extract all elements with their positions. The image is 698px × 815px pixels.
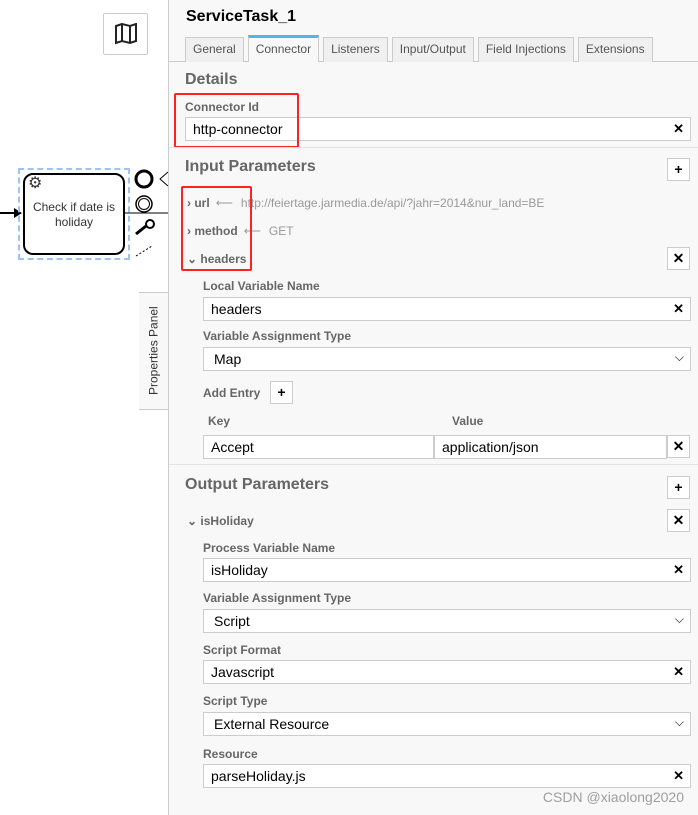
value-header: Value <box>452 414 484 428</box>
select-value: Script <box>214 613 250 629</box>
param-value: http://feiertage.jarmedia.de/api/?jahr=2… <box>240 196 545 210</box>
output-parameters-heading: Output Parameters <box>185 476 330 493</box>
divider <box>169 147 698 148</box>
param-name: isHoliday <box>200 514 254 528</box>
chevron-down-icon: ⌵ <box>674 715 684 729</box>
clear-icon[interactable]: ✕ <box>673 664 684 680</box>
resource-label: Resource <box>203 747 258 761</box>
add-input-parameter-button[interactable]: + <box>667 158 690 181</box>
local-variable-label: Local Variable Name <box>203 279 320 293</box>
entry-value-input[interactable]: application/json <box>434 435 667 459</box>
add-entry-button[interactable]: + <box>270 381 293 404</box>
input-parameters-heading: Input Parameters <box>185 158 316 175</box>
clear-icon[interactable]: ✕ <box>673 562 684 578</box>
entry-key-input[interactable]: Accept <box>203 435 434 459</box>
chevron-down-icon: ⌄ <box>187 514 198 528</box>
assignment-type-select[interactable]: Map ⌵ <box>203 347 691 371</box>
output-assignment-type-select[interactable]: Script ⌵ <box>203 609 691 633</box>
script-type-label: Script Type <box>203 694 268 708</box>
assignment-type-label: Variable Assignment Type <box>203 329 352 343</box>
divider <box>169 464 698 465</box>
tab-connector[interactable]: Connector <box>247 35 320 62</box>
resource-input[interactable]: parseHoliday.js ✕ <box>203 764 691 788</box>
process-variable-value: isHoliday <box>211 562 268 578</box>
bpmn-canvas[interactable]: ⚙ Check if date is holiday Properties Pa… <box>0 0 169 815</box>
tab-input-output[interactable]: Input/Output <box>391 37 474 62</box>
script-type-select[interactable]: External Resource ⌵ <box>203 712 691 736</box>
select-value: External Resource <box>214 716 330 732</box>
highlight-box <box>174 93 299 148</box>
properties-panel: ServiceTask_1 General Connector Listener… <box>168 0 698 815</box>
task-label: Check if date is holiday <box>32 200 116 229</box>
resource-value: parseHoliday.js <box>211 768 306 784</box>
key-header: Key <box>208 414 231 428</box>
watermark: CSDN @xiaolong2020 <box>542 789 684 805</box>
script-format-value: Javascript <box>211 664 275 680</box>
tab-listeners[interactable]: Listeners <box>323 37 388 62</box>
tab-general[interactable]: General <box>185 37 244 62</box>
process-variable-input[interactable]: isHoliday ✕ <box>203 558 691 582</box>
param-value: GET <box>268 224 294 238</box>
tab-extensions[interactable]: Extensions <box>577 37 653 62</box>
panel-title: ServiceTask_1 <box>186 8 297 25</box>
process-variable-label: Process Variable Name <box>203 541 336 555</box>
assignment-type-label: Variable Assignment Type <box>203 591 352 605</box>
tab-bar: General Connector Listeners Input/Output… <box>185 35 653 62</box>
remove-entry-button[interactable]: ✕ <box>667 435 690 458</box>
local-variable-value: headers <box>211 301 262 317</box>
local-variable-input[interactable]: headers ✕ <box>203 297 691 321</box>
clear-icon[interactable]: ✕ <box>673 301 684 317</box>
chevron-down-icon: ⌵ <box>674 612 684 626</box>
add-entry-label: Add Entry <box>203 386 261 400</box>
chevron-down-icon: ⌵ <box>674 350 684 364</box>
add-output-parameter-button[interactable]: + <box>667 476 690 499</box>
select-value: Map <box>214 351 242 367</box>
remove-output-button[interactable]: ✕ <box>667 509 690 532</box>
clear-icon[interactable]: ✕ <box>673 768 684 784</box>
tab-field-injections[interactable]: Field Injections <box>477 37 574 62</box>
gear-icon: ⚙ <box>28 175 43 192</box>
service-task[interactable]: ⚙ Check if date is holiday <box>23 173 125 255</box>
clear-icon[interactable]: ✕ <box>673 121 684 137</box>
map-icon <box>114 23 137 45</box>
properties-panel-toggle[interactable]: Properties Panel <box>139 292 169 410</box>
details-heading: Details <box>185 71 238 88</box>
minimap-button[interactable] <box>103 13 148 55</box>
script-format-label: Script Format <box>203 643 282 657</box>
remove-headers-button[interactable]: ✕ <box>667 247 690 270</box>
param-isholiday[interactable]: ⌄ isHoliday <box>187 514 254 528</box>
highlight-box <box>181 186 252 271</box>
script-format-input[interactable]: Javascript ✕ <box>203 660 691 684</box>
